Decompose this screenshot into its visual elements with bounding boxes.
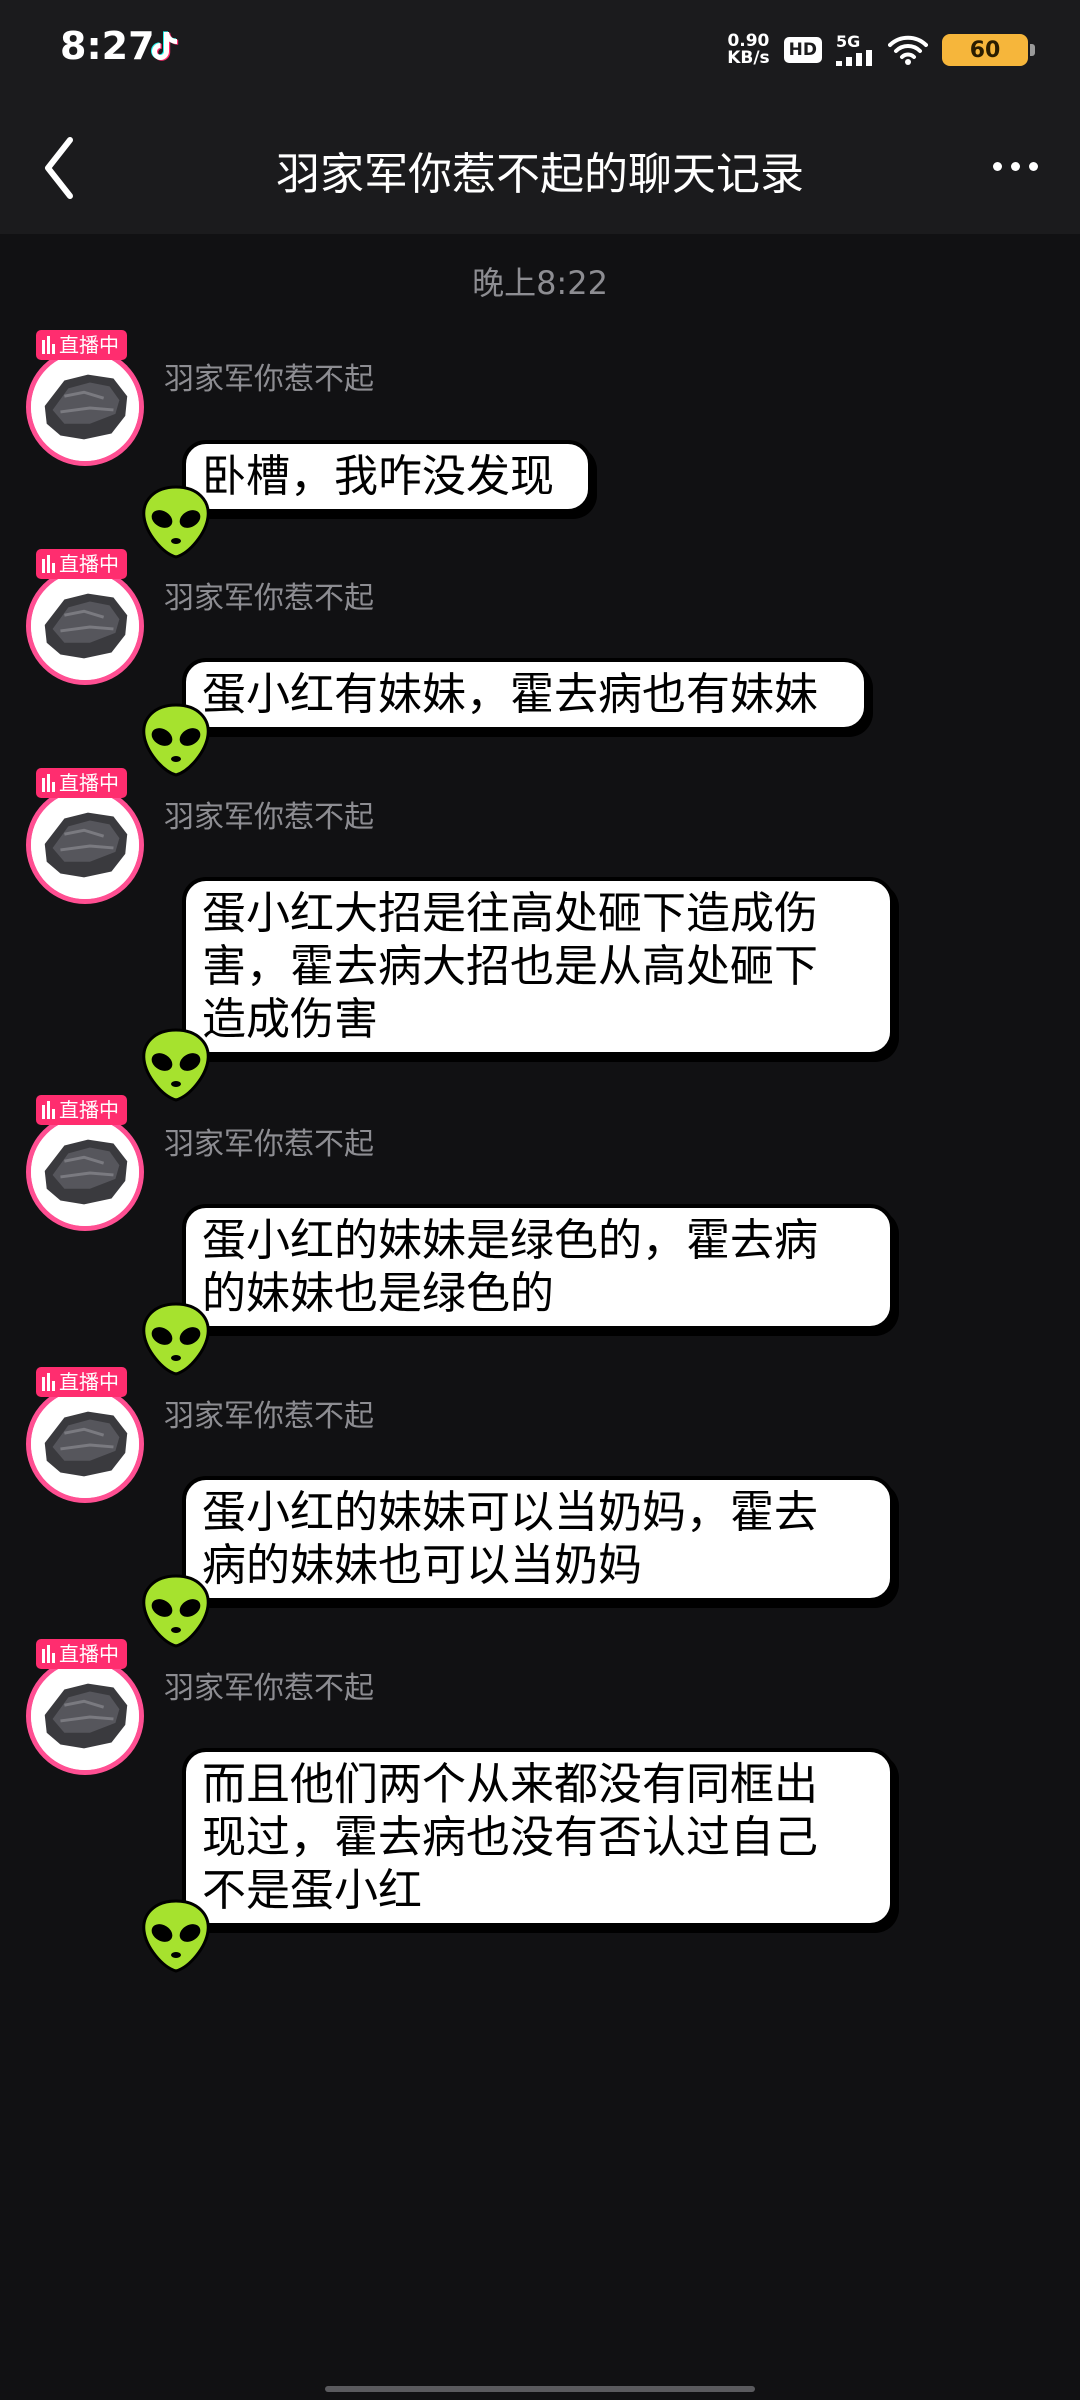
live-badge: 直播中 — [36, 768, 127, 798]
tiktok-icon — [151, 31, 179, 61]
message-bubble[interactable]: 蛋小红大招是往高处砸下造成伤 害，霍去病大招也是从高处砸下 造成伤害 — [182, 877, 894, 1056]
chat-header: 羽家军你惹不起的聊天记录 — [0, 100, 1080, 234]
live-badge-label: 直播中 — [59, 1370, 119, 1394]
more-options-button[interactable] — [980, 136, 1050, 196]
sender-name: 羽家军你惹不起 — [164, 1671, 374, 1706]
alien-sticker-icon — [140, 1897, 212, 1975]
message-text-line: 害，霍去病大招也是从高处砸下 — [202, 941, 818, 992]
signal-bars-icon — [836, 50, 872, 66]
avatar[interactable] — [26, 348, 144, 466]
status-time: 8:27 — [60, 24, 155, 68]
live-bars-icon — [42, 1101, 55, 1119]
live-badge: 直播中 — [36, 549, 127, 579]
alien-sticker-icon — [140, 701, 212, 779]
network-type: 5G — [836, 32, 861, 51]
sender-name: 羽家军你惹不起 — [164, 581, 374, 616]
live-badge-label: 直播中 — [59, 1642, 119, 1666]
sender-name: 羽家军你惹不起 — [164, 1127, 374, 1162]
live-badge-label: 直播中 — [59, 771, 119, 795]
alien-sticker-icon — [140, 483, 212, 561]
dot-icon — [1010, 161, 1020, 171]
message-bubble[interactable]: 卧槽，我咋没发现 — [182, 440, 592, 513]
live-badge: 直播中 — [36, 1367, 127, 1397]
sender-name: 羽家军你惹不起 — [164, 1399, 374, 1434]
message-text-line: 蛋小红大招是往高处砸下造成伤 — [202, 888, 818, 939]
home-indicator[interactable] — [325, 2386, 755, 2392]
avatar[interactable] — [26, 1113, 144, 1231]
live-badge-label: 直播中 — [59, 1098, 119, 1122]
status-indicators: 0.90 KB/s HD 5G 60 — [727, 30, 1035, 70]
alien-sticker-icon — [140, 1300, 212, 1378]
wifi-icon — [888, 35, 928, 65]
dot-icon — [992, 161, 1002, 171]
hd-icon: HD — [783, 37, 822, 63]
cellular-signal-icon: 5G — [836, 34, 874, 66]
message-text-line: 不是蛋小红 — [202, 1865, 422, 1916]
message-text-line: 现过，霍去病也没有否认过自己 — [202, 1812, 818, 1863]
message-bubble[interactable]: 蛋小红的妹妹可以当奶妈，霍去 病的妹妹也可以当奶妈 — [182, 1476, 894, 1602]
message-text-line: 病的妹妹也可以当奶妈 — [202, 1540, 642, 1591]
message-bubble[interactable]: 蛋小红有妹妹，霍去病也有妹妹 — [182, 658, 868, 731]
message-text-line: 而且他们两个从来都没有同框出 — [202, 1759, 818, 1810]
live-bars-icon — [42, 336, 55, 354]
network-speed-unit: KB/s — [727, 48, 770, 68]
status-bar: 8:27 0.90 KB/s HD 5G 60 — [0, 0, 1080, 100]
message-text-line: 造成伤害 — [202, 994, 378, 1045]
live-badge: 直播中 — [36, 1095, 127, 1125]
chat-timestamp: 晚上8:22 — [472, 264, 608, 302]
avatar[interactable] — [26, 786, 144, 904]
live-bars-icon — [42, 555, 55, 573]
live-bars-icon — [42, 1645, 55, 1663]
live-badge: 直播中 — [36, 1639, 127, 1669]
message-text-line: 蛋小红的妹妹是绿色的，霍去病 — [202, 1215, 818, 1266]
alien-sticker-icon — [140, 1026, 212, 1104]
avatar[interactable] — [26, 1385, 144, 1503]
sender-name: 羽家军你惹不起 — [164, 362, 374, 397]
live-badge-label: 直播中 — [59, 552, 119, 576]
network-speed: 0.90 KB/s — [727, 33, 769, 67]
dot-icon — [1028, 161, 1038, 171]
page-title: 羽家军你惹不起的聊天记录 — [276, 149, 804, 200]
message-text-line: 卧槽，我咋没发现 — [202, 451, 554, 502]
live-bars-icon — [42, 774, 55, 792]
sender-name: 羽家军你惹不起 — [164, 800, 374, 835]
live-badge-label: 直播中 — [59, 333, 119, 357]
battery-icon: 60 — [942, 34, 1035, 66]
message-text-line: 蛋小红有妹妹，霍去病也有妹妹 — [202, 669, 818, 720]
live-bars-icon — [42, 1373, 55, 1391]
live-badge: 直播中 — [36, 330, 127, 360]
message-bubble[interactable]: 蛋小红的妹妹是绿色的，霍去病 的妹妹也是绿色的 — [182, 1204, 894, 1330]
message-bubble[interactable]: 而且他们两个从来都没有同框出 现过，霍去病也没有否认过自己 不是蛋小红 — [182, 1748, 894, 1927]
avatar[interactable] — [26, 567, 144, 685]
alien-sticker-icon — [140, 1572, 212, 1650]
message-text-line: 蛋小红的妹妹可以当奶妈，霍去 — [202, 1487, 818, 1538]
avatar[interactable] — [26, 1657, 144, 1775]
message-text-line: 的妹妹也是绿色的 — [202, 1268, 554, 1319]
